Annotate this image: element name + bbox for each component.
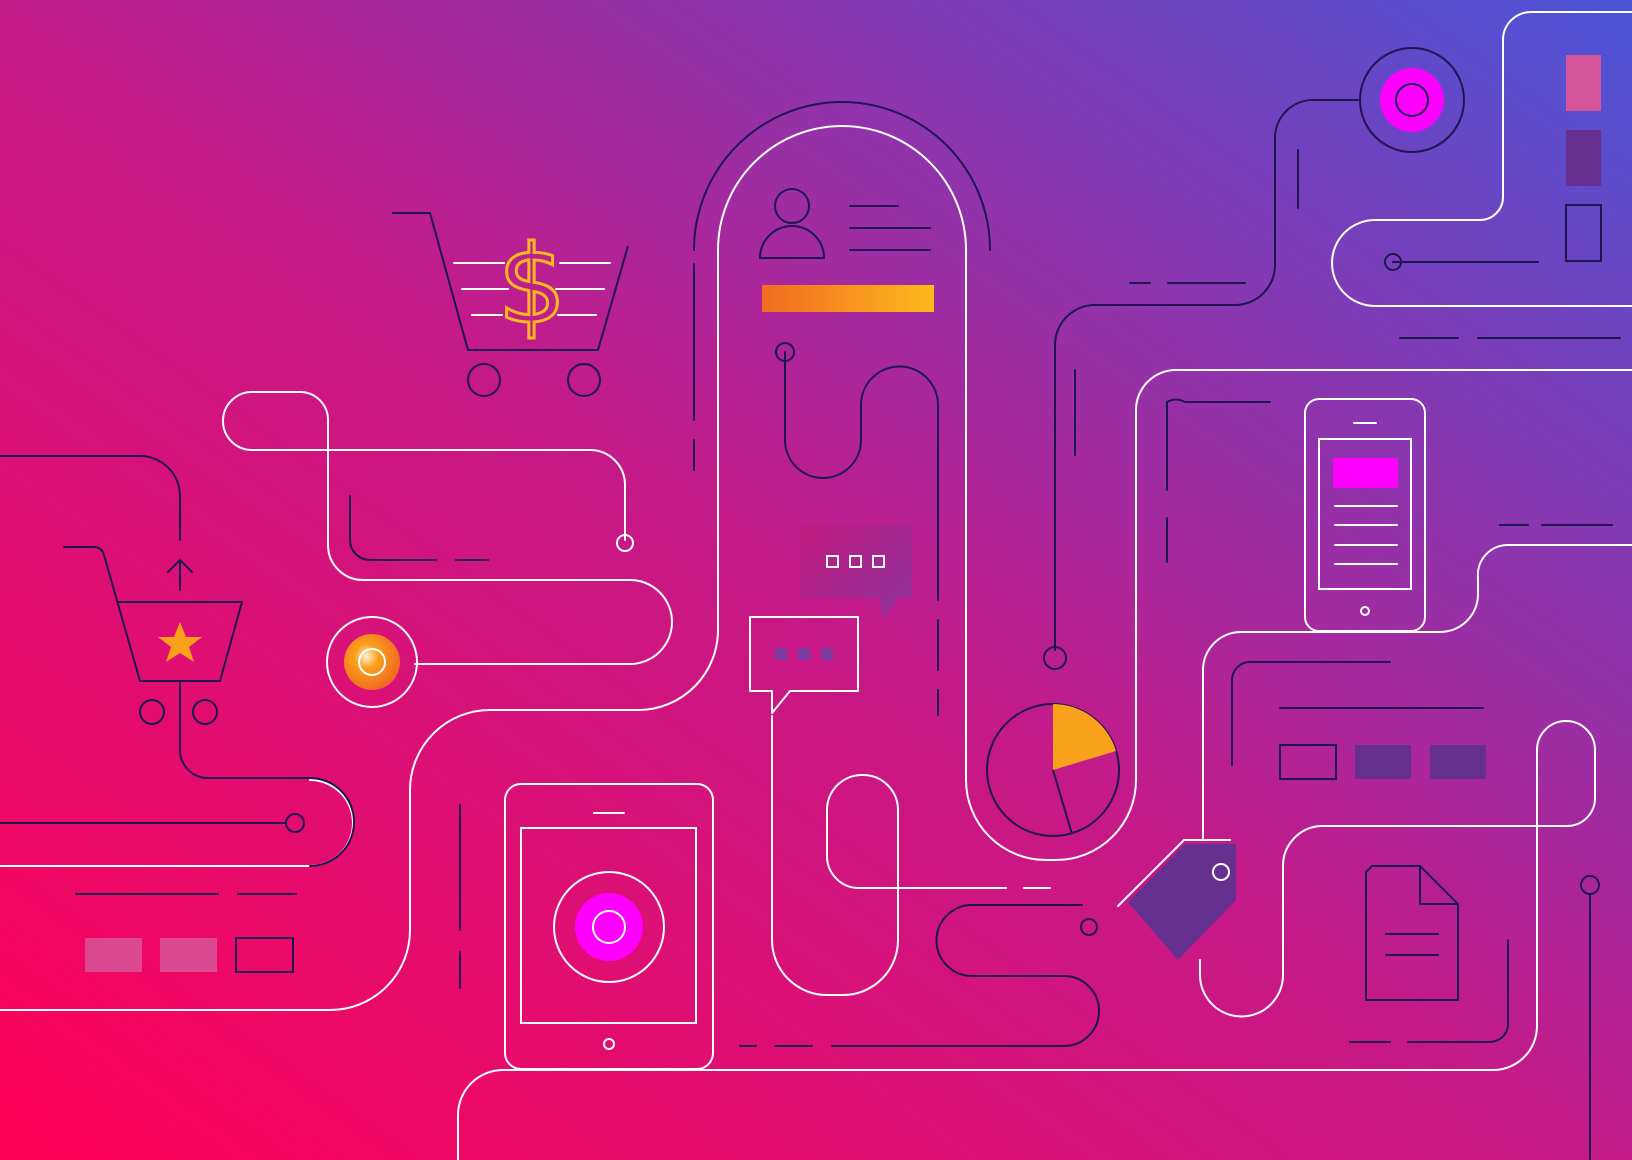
progress-bar <box>762 285 934 312</box>
pink-block <box>85 938 142 972</box>
dollar-sign-icon: $ <box>498 223 567 348</box>
ecommerce-network-illustration: $ <box>0 0 1632 1160</box>
pink-block <box>160 938 217 972</box>
